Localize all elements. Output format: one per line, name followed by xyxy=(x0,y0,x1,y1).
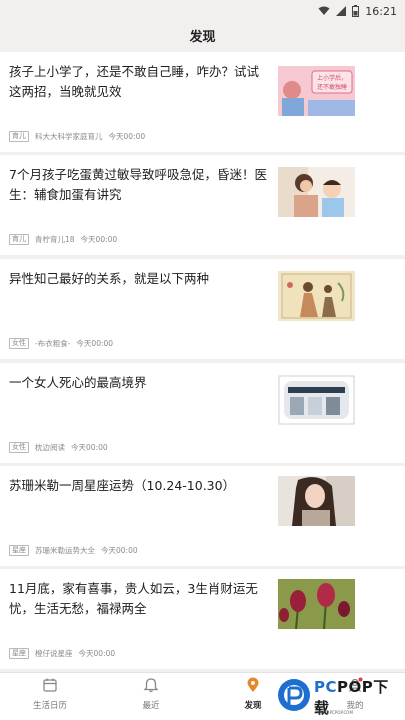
watermark-subtext: WWW.PCPOP.COM xyxy=(317,710,353,715)
feed-item-thumbnail[interactable] xyxy=(278,271,355,321)
pcpop-watermark: PCPOP下载 WWW.PCPOP.COM xyxy=(277,677,401,717)
category-tag: 女性 xyxy=(9,338,29,349)
feed-item-meta: 女性 -布衣粗食- 今天00:00 xyxy=(9,338,113,349)
wifi-icon xyxy=(318,6,330,16)
feed-item[interactable]: 11月底，家有喜事，贵人如云，3生肖财运无忧，生活无愁，福禄两全 星座 橙仔说星… xyxy=(0,569,405,669)
category-tag: 育儿 xyxy=(9,131,29,142)
tab-label: 发现 xyxy=(244,701,262,711)
thumb-text-line2: 还不敢独睡 xyxy=(317,83,347,91)
tab-recent[interactable]: 最近 xyxy=(121,677,181,717)
feed-item-title[interactable]: 苏珊米勒一周星座运势（10.24-10.30） xyxy=(9,476,271,496)
publish-time: 今天00:00 xyxy=(78,649,116,658)
publish-time: 今天00:00 xyxy=(71,443,108,452)
feed-list[interactable]: 孩子上小学了，还是不敢自己睡，咋办？试试这两招，当晚就见效 育儿 科大大科学家庭… xyxy=(0,52,405,672)
feed-item-thumbnail[interactable] xyxy=(278,375,355,425)
status-bar: 16:21 xyxy=(0,0,405,22)
feed-item-meta: 星座 苏珊米勒运势大全 今天00:00 xyxy=(9,545,138,556)
feed-item-thumbnail[interactable] xyxy=(278,476,355,526)
publish-time: 今天00:00 xyxy=(80,235,118,244)
feed-item-title[interactable]: 孩子上小学了，还是不敢自己睡，咋办？试试这两招，当晚就见效 xyxy=(9,62,271,102)
feed-item[interactable]: 苏珊米勒一周星座运势（10.24-10.30） 星座 苏珊米勒运势大全 今天00… xyxy=(0,466,405,566)
location-pin-icon xyxy=(245,677,261,696)
feed-item-thumbnail[interactable] xyxy=(278,579,355,629)
feed-item-meta: 星座 橙仔说星座 今天00:00 xyxy=(9,648,115,659)
feed-item[interactable]: 7个月孩子吃蛋黄过敏导致呼吸急促，昏迷！医生：辅食加蛋有讲究 育儿 青柠育儿18… xyxy=(0,155,405,255)
feed-item[interactable]: 一个女人死心的最高境界 女性 枕边阅读 今天00:00 xyxy=(0,363,405,463)
source-name: -布衣粗食- xyxy=(35,339,71,348)
bottom-tab-bar: 生活日历 最近 发现 我的 PCPOP下载 WWW.PCPOP.COM xyxy=(0,672,405,720)
signal-icon xyxy=(336,6,347,16)
tab-label: 最近 xyxy=(142,701,160,711)
source-name: 橙仔说星座 xyxy=(35,649,73,658)
feed-item-title[interactable]: 异性知己最好的关系，就是以下两种 xyxy=(9,269,271,289)
source-name: 苏珊米勒运势大全 xyxy=(35,546,95,555)
category-tag: 女性 xyxy=(9,442,29,453)
feed-item-thumbnail[interactable]: 上小学后， 还不敢独睡 xyxy=(278,66,355,116)
feed-item-title[interactable]: 7个月孩子吃蛋黄过敏导致呼吸急促，昏迷！医生：辅食加蛋有讲究 xyxy=(9,165,271,205)
pcpop-logo-icon xyxy=(277,678,311,716)
category-tag: 星座 xyxy=(9,648,29,659)
feed-item[interactable]: 孩子上小学了，还是不敢自己睡，咋办？试试这两招，当晚就见效 育儿 科大大科学家庭… xyxy=(0,52,405,152)
feed-item-meta: 女性 枕边阅读 今天00:00 xyxy=(9,442,108,453)
source-name: 科大大科学家庭育儿 xyxy=(35,132,103,141)
bell-icon xyxy=(143,677,159,696)
feed-item[interactable]: 异性知己最好的关系，就是以下两种 女性 -布衣粗食- 今天00:00 xyxy=(0,259,405,359)
feed-item-title[interactable]: 11月底，家有喜事，贵人如云，3生肖财运无忧，生活无愁，福禄两全 xyxy=(9,579,271,619)
page-title: 发现 xyxy=(189,30,216,45)
status-time: 16:21 xyxy=(365,4,397,18)
thumb-text-line1: 上小学后， xyxy=(317,74,347,82)
tab-label: 生活日历 xyxy=(32,701,67,711)
feed-item-meta: 育儿 科大大科学家庭育儿 今天00:00 xyxy=(9,131,145,142)
tab-discover[interactable]: 发现 xyxy=(223,677,283,717)
publish-time: 今天00:00 xyxy=(76,339,114,348)
source-name: 枕边阅读 xyxy=(35,443,65,452)
source-name: 青柠育儿18 xyxy=(35,235,75,244)
feed-item-title[interactable]: 一个女人死心的最高境界 xyxy=(9,373,271,393)
category-tag: 星座 xyxy=(9,545,29,556)
publish-time: 今天00:00 xyxy=(101,546,138,555)
feed-item-thumbnail[interactable] xyxy=(278,167,355,217)
calendar-icon xyxy=(42,677,58,696)
tab-life-calendar[interactable]: 生活日历 xyxy=(20,677,80,717)
feed-item-meta: 育儿 青柠育儿18 今天00:00 xyxy=(9,234,117,245)
battery-icon xyxy=(352,5,360,17)
publish-time: 今天00:00 xyxy=(108,132,146,141)
category-tag: 育儿 xyxy=(9,234,29,245)
